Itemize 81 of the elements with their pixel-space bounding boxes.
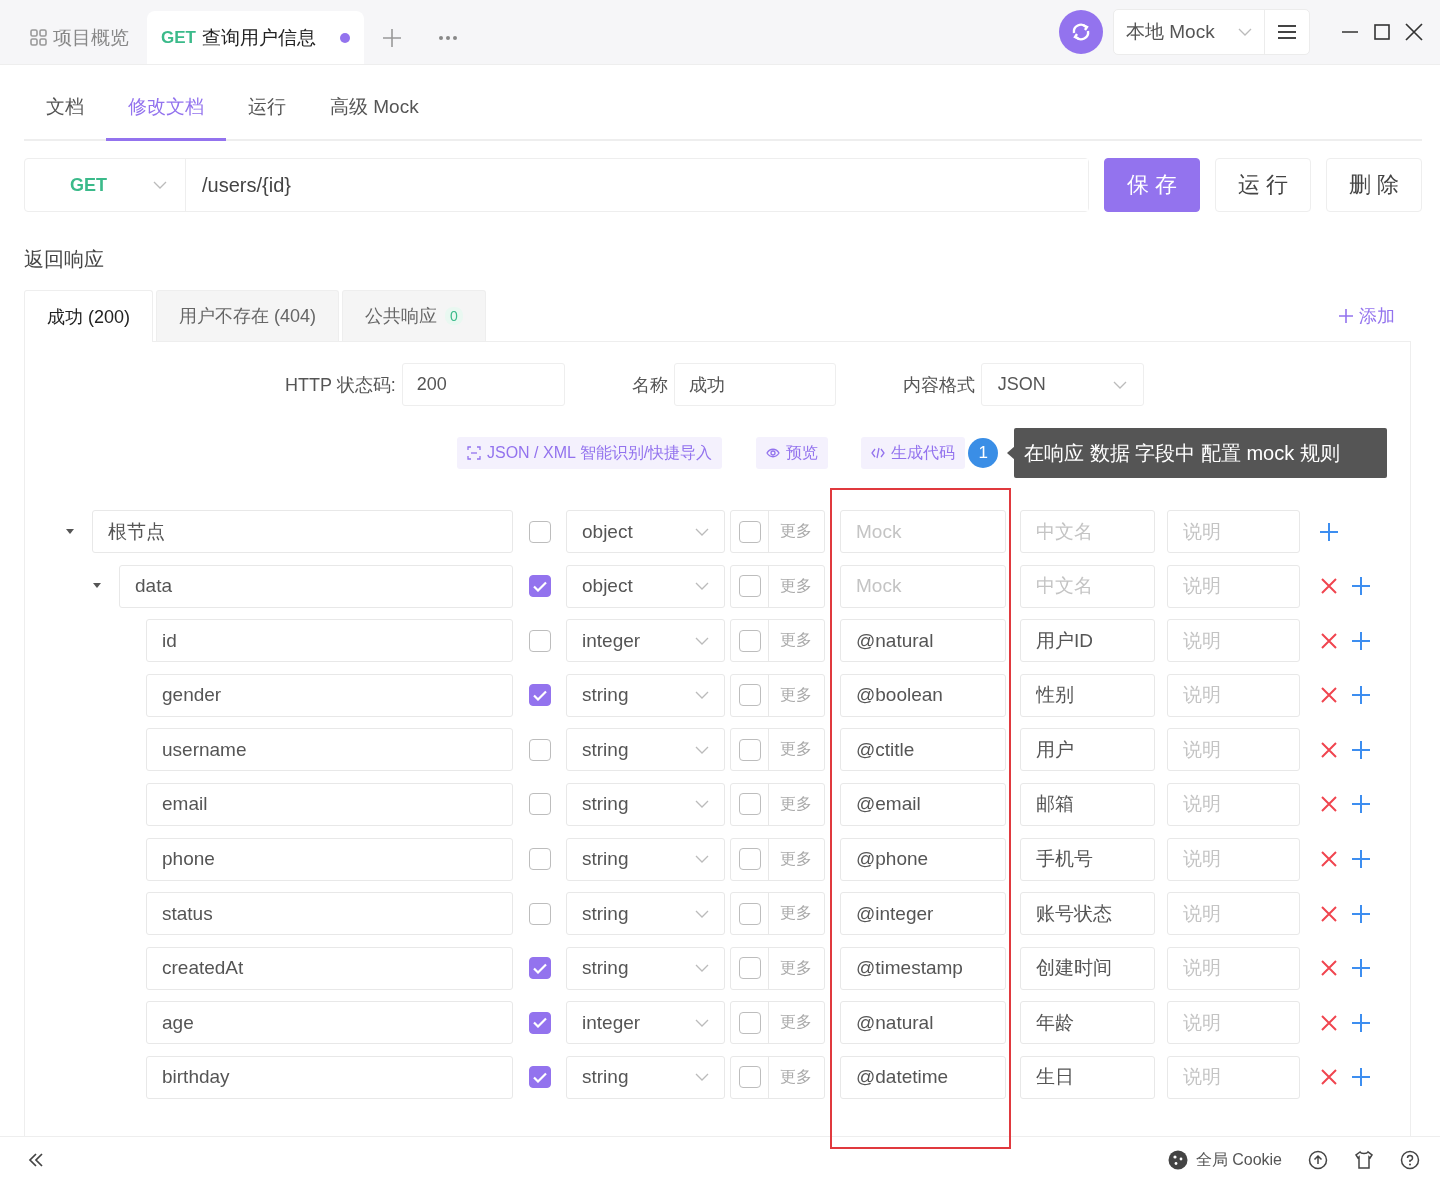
description-input[interactable]: 说明 [1167, 1055, 1300, 1099]
view-tab[interactable]: 高级 Mock [308, 76, 441, 141]
mock-input[interactable]: @natural [840, 1001, 1006, 1045]
mock-input[interactable]: @email [840, 782, 1006, 826]
action-button[interactable]: 保 存 [1104, 158, 1200, 212]
description-input[interactable]: 说明 [1167, 728, 1300, 772]
type-select[interactable]: string [566, 892, 725, 936]
description-input[interactable]: 说明 [1167, 892, 1300, 936]
display-name-input[interactable]: 中文名 [1020, 510, 1155, 553]
description-input[interactable]: 说明 [1167, 564, 1300, 608]
field-name-input[interactable]: birthday [146, 1055, 513, 1099]
editor-tab[interactable]: GET 查询用户信息 [147, 11, 364, 64]
description-input[interactable]: 说明 [1167, 946, 1300, 990]
field-name-input[interactable]: username [146, 728, 513, 772]
display-name-input[interactable]: 生日 [1020, 1055, 1155, 1099]
mock-input[interactable]: @natural [840, 619, 1006, 663]
type-select[interactable]: string [566, 1055, 725, 1099]
mock-input[interactable]: @ctitle [840, 728, 1006, 772]
tab-label: 项目概览 [53, 25, 129, 50]
mock-input[interactable]: Mock [840, 564, 1006, 608]
cookie-button[interactable]: 全局 Cookie [1167, 1149, 1282, 1171]
response-tab[interactable]: 成功 (200) [24, 290, 154, 342]
action-button[interactable]: 删 除 [1326, 158, 1422, 212]
display-name-input[interactable]: 用户ID [1020, 619, 1155, 663]
field-name-input[interactable]: email [146, 782, 513, 826]
mock-input[interactable]: Mock [840, 510, 1006, 553]
display-name-input[interactable]: 手机号 [1020, 837, 1155, 881]
description-input[interactable]: 说明 [1167, 837, 1300, 881]
display-name-input[interactable]: 邮箱 [1020, 782, 1155, 826]
response-tab[interactable]: 用户不存在 (404) [156, 290, 340, 341]
display-name-input[interactable]: 年龄 [1020, 1001, 1155, 1045]
mock-input[interactable]: @integer [840, 892, 1006, 936]
step-badge: 1 [968, 438, 999, 468]
type-select[interactable]: string [566, 673, 725, 717]
type-select[interactable]: string [566, 728, 725, 772]
field-label: 名称 [631, 373, 668, 397]
field-label: 内容格式 [902, 373, 975, 397]
display-name-input[interactable]: 账号状态 [1020, 892, 1155, 936]
field-name-input[interactable]: status [146, 892, 513, 936]
mock-input[interactable]: @datetime [840, 1055, 1006, 1099]
display-name-input[interactable]: 创建时间 [1020, 946, 1155, 990]
mock-input[interactable]: @boolean [840, 673, 1006, 717]
type-select[interactable]: object [566, 510, 725, 553]
status-code-input[interactable]: 200 [401, 363, 565, 406]
description-input[interactable]: 说明 [1167, 1001, 1300, 1045]
display-name-input[interactable]: 性别 [1020, 673, 1155, 717]
url-field[interactable]: GET /users/{id} [24, 158, 1089, 212]
method-label: GET [161, 27, 196, 48]
add-response-button[interactable]: 添加 [1333, 302, 1411, 329]
field-name-input[interactable]: data [119, 564, 513, 608]
type-select[interactable]: string [566, 782, 725, 826]
field-name-input[interactable]: gender [146, 673, 513, 717]
name-input[interactable]: 成功 [673, 363, 836, 406]
type-select[interactable]: integer [566, 1001, 725, 1045]
tab-label: 查询用户信息 [201, 25, 316, 50]
section-title: 返回响应 [24, 247, 105, 272]
type-select[interactable]: integer [566, 619, 725, 663]
action-button[interactable]: 运 行 [1215, 158, 1311, 212]
view-tab[interactable]: 运行 [226, 76, 308, 141]
display-name-input[interactable]: 中文名 [1020, 564, 1155, 608]
type-select[interactable]: string [566, 837, 725, 881]
field-name-input[interactable]: age [146, 1001, 513, 1045]
mock-input[interactable]: @phone [840, 837, 1006, 881]
format-select[interactable]: JSON [980, 363, 1144, 406]
field-name-input[interactable]: createdAt [146, 946, 513, 990]
field-label: HTTP 状态码: [285, 373, 396, 397]
field-name-input[interactable]: phone [146, 837, 513, 881]
field-name-input[interactable]: 根节点 [92, 510, 513, 553]
display-name-input[interactable]: 用户 [1020, 728, 1155, 772]
type-select[interactable]: object [566, 564, 725, 608]
view-tab[interactable]: 文档 [24, 76, 106, 141]
count-badge: 0 [445, 307, 463, 325]
description-input[interactable]: 说明 [1167, 673, 1300, 717]
description-input[interactable]: 说明 [1167, 510, 1300, 553]
response-tab[interactable]: 公共响应 0 [342, 290, 486, 341]
view-tab[interactable]: 修改文档 [106, 76, 226, 141]
description-input[interactable]: 说明 [1167, 619, 1300, 663]
description-input[interactable]: 说明 [1167, 782, 1300, 826]
field-name-input[interactable]: id [146, 619, 513, 663]
mock-input[interactable]: @timestamp [840, 946, 1006, 990]
type-select[interactable]: string [566, 946, 725, 990]
